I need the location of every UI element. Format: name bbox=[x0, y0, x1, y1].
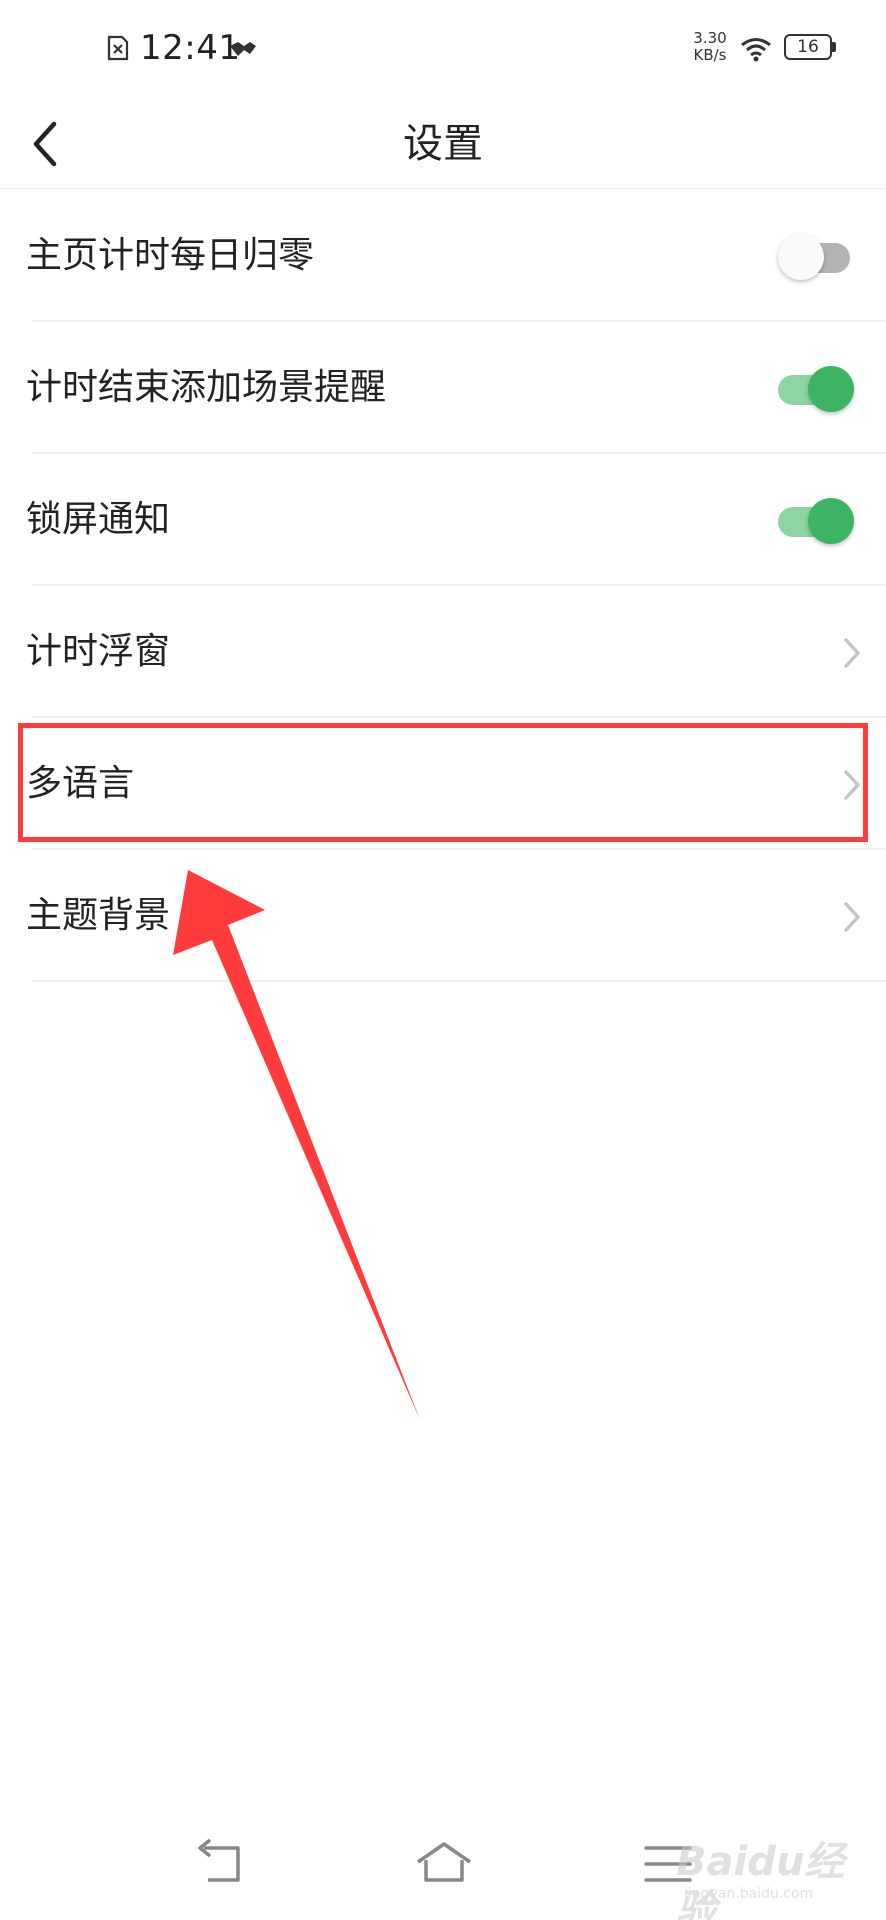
scene-reminder-toggle[interactable] bbox=[778, 364, 854, 412]
app-header: 设置 bbox=[0, 100, 886, 189]
setting-lock-screen-notification[interactable]: 锁屏通知 bbox=[0, 454, 886, 586]
network-speed-value: 3.30 bbox=[693, 29, 727, 47]
toggle-knob bbox=[808, 366, 854, 412]
setting-floating-timer[interactable]: 计时浮窗 bbox=[0, 586, 886, 718]
setting-label: 锁屏通知 bbox=[26, 499, 171, 540]
setting-label: 计时浮窗 bbox=[26, 631, 171, 672]
setting-scene-reminder[interactable]: 计时结束添加场景提醒 bbox=[0, 322, 886, 454]
status-bar: 12:41 3.30 KB/s 16 bbox=[0, 0, 886, 100]
wifi-icon bbox=[741, 38, 771, 62]
battery-level: 16 bbox=[797, 37, 819, 57]
watermark-url: jingyan.baidu.com bbox=[684, 1886, 814, 1902]
nav-back-icon[interactable] bbox=[180, 1830, 260, 1900]
network-speed-unit: KB/s bbox=[693, 46, 727, 64]
chevron-right-icon bbox=[844, 638, 860, 668]
settings-screen: 12:41 3.30 KB/s 16 设置 主页计时每日归零 计时结束添加场景提… bbox=[0, 0, 886, 1920]
setting-label: 主页计时每日归零 bbox=[26, 235, 315, 276]
setting-label: 主题背景 bbox=[26, 895, 171, 936]
lock-screen-notification-toggle[interactable] bbox=[778, 496, 854, 544]
handshake-notification-icon bbox=[230, 42, 256, 56]
divider bbox=[32, 980, 886, 982]
no-sim-icon bbox=[107, 35, 129, 61]
toggle-knob bbox=[808, 498, 854, 544]
chevron-right-icon bbox=[844, 902, 860, 932]
settings-list: 主页计时每日归零 计时结束添加场景提醒 锁屏通知 计时浮窗 多语言 主题背景 bbox=[0, 190, 886, 982]
battery-icon: 16 bbox=[784, 34, 838, 62]
watermark-brand: Baidu经验 bbox=[676, 1839, 845, 1920]
toggle-knob bbox=[778, 234, 824, 280]
setting-label: 多语言 bbox=[26, 763, 135, 804]
nav-home-icon[interactable] bbox=[404, 1830, 484, 1900]
battery-tip bbox=[832, 42, 836, 52]
setting-theme-background[interactable]: 主题背景 bbox=[0, 850, 886, 982]
setting-label: 计时结束添加场景提醒 bbox=[26, 367, 387, 408]
baidu-watermark: Baidu经验 jingyan.baidu.com bbox=[676, 1838, 876, 1920]
setting-multi-language[interactable]: 多语言 bbox=[0, 718, 886, 850]
clock: 12:41 bbox=[140, 28, 241, 68]
page-title: 设置 bbox=[403, 121, 483, 167]
network-speed: 3.30 KB/s bbox=[690, 30, 730, 64]
setting-daily-reset[interactable]: 主页计时每日归零 bbox=[0, 190, 886, 322]
daily-reset-toggle[interactable] bbox=[778, 232, 854, 280]
chevron-right-icon bbox=[844, 770, 860, 800]
